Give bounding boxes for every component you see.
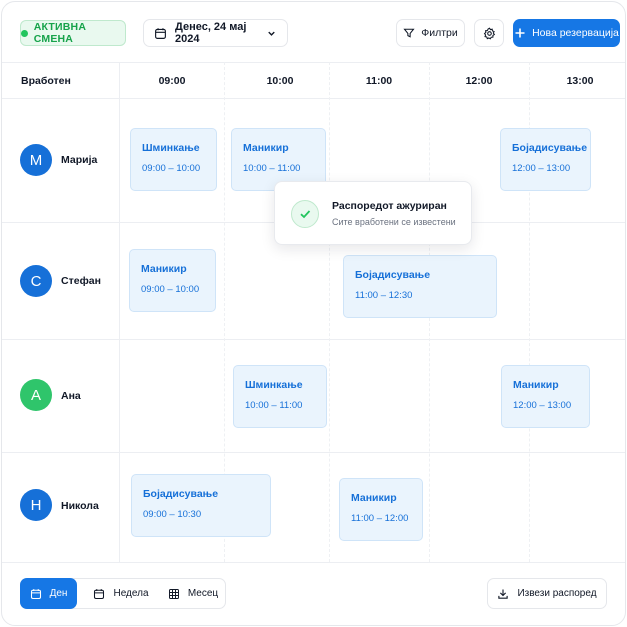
employee-name: Стефан [61, 275, 101, 287]
booking-slot[interactable]: Маникир 09:00 – 10:00 [129, 249, 216, 312]
calendar-icon [30, 588, 42, 600]
filter-icon [403, 27, 415, 39]
booking-time: 11:00 – 12:00 [351, 513, 409, 524]
booking-time: 09:00 – 10:30 [143, 509, 202, 520]
view-week-button[interactable]: Недела [85, 578, 157, 609]
toast-title: Распоредот ажуриран [332, 200, 447, 212]
view-label: Ден [49, 588, 68, 599]
toast-subtitle: Сите вработени се известени [332, 217, 456, 227]
export-schedule-button[interactable]: Извези распоред [487, 578, 607, 609]
booking-slot[interactable]: Маникир 11:00 – 12:00 [339, 478, 423, 541]
booking-time: 10:00 – 11:00 [243, 163, 301, 174]
avatar: А [20, 379, 52, 411]
view-switcher: Ден Недела Месец [20, 578, 226, 609]
time-column-header: 12:00 [465, 75, 493, 87]
export-label: Извези распоред [517, 588, 597, 599]
time-column-header: 09:00 [158, 75, 186, 87]
chevron-down-icon [266, 28, 277, 39]
booking-slot[interactable]: Маникир 12:00 – 13:00 [501, 365, 590, 428]
booking-service: Бојадисување [143, 488, 219, 500]
booking-service: Маникир [513, 379, 559, 391]
date-label: Денес, 24 мај 2024 [175, 21, 247, 45]
booking-time: 10:00 – 11:00 [245, 400, 303, 411]
booking-time: 12:00 – 13:00 [512, 163, 571, 174]
status-badge-label: АКТИВНА СМЕНА [33, 21, 87, 45]
view-day-button[interactable]: Ден [20, 578, 77, 609]
settings-button[interactable] [474, 19, 504, 47]
employee-column-header: Вработен [21, 75, 71, 87]
grid-divider [2, 339, 625, 340]
time-column-header: 11:00 [365, 75, 393, 87]
grid-divider [2, 562, 625, 563]
toast-notification: Распоредот ажуриран Сите вработени се из… [274, 181, 472, 245]
grid-divider [2, 98, 625, 99]
avatar: Н [20, 489, 52, 521]
check-circle-icon [291, 200, 319, 228]
booking-slot[interactable]: Шминкање 10:00 – 11:00 [233, 365, 327, 428]
grid-divider [2, 452, 625, 453]
date-picker-button[interactable]: Денес, 24 мај 2024 [143, 19, 288, 47]
plus-icon [514, 27, 526, 39]
avatar: М [20, 144, 52, 176]
view-label: Месец [187, 588, 219, 599]
filter-label: Филтри [421, 27, 458, 39]
booking-time: 09:00 – 10:00 [141, 284, 200, 295]
grid-divider [329, 62, 330, 562]
calendar-icon [154, 27, 167, 40]
booking-slot[interactable]: Бојадисување 11:00 – 12:30 [343, 255, 497, 318]
employee-name: Никола [61, 500, 99, 512]
filter-button[interactable]: Филтри [396, 19, 465, 47]
employee-name: Марија [61, 154, 98, 166]
new-booking-button[interactable]: Нова резервација [513, 19, 620, 47]
booking-service: Шминкање [142, 142, 200, 154]
calendar-icon [93, 588, 105, 600]
view-label: Недела [113, 588, 149, 599]
avatar: С [20, 265, 52, 297]
booking-service: Маникир [243, 142, 289, 154]
time-column-header: 10:00 [266, 75, 294, 87]
booking-slot[interactable]: Шминкање 09:00 – 10:00 [130, 128, 217, 191]
schedule-app: АКТИВНА СМЕНА Денес, 24 мај 2024 Филтри [1, 1, 626, 626]
new-booking-label: Нова резервација [532, 27, 619, 39]
download-icon [497, 588, 509, 600]
status-dot-icon [21, 29, 28, 37]
booking-service: Шминкање [245, 379, 303, 391]
booking-slot[interactable]: Бојадисување 09:00 – 10:30 [131, 474, 271, 537]
booking-time: 09:00 – 10:00 [142, 163, 201, 174]
booking-time: 11:00 – 12:30 [355, 290, 413, 301]
gear-icon [483, 27, 496, 40]
view-month-button[interactable]: Месец [161, 578, 225, 609]
booking-service: Бојадисување [355, 269, 431, 281]
status-badge: АКТИВНА СМЕНА [20, 20, 126, 46]
booking-slot[interactable]: Бојадисување 12:00 – 13:00 [500, 128, 591, 191]
employee-name: Ана [61, 390, 81, 402]
grid-divider [2, 62, 625, 63]
booking-time: 12:00 – 13:00 [513, 400, 572, 411]
booking-service: Бојадисување [512, 142, 588, 154]
grid-icon [168, 588, 180, 600]
grid-divider [119, 62, 120, 562]
booking-service: Маникир [351, 492, 397, 504]
time-column-header: 13:00 [566, 75, 594, 87]
booking-service: Маникир [141, 263, 187, 275]
